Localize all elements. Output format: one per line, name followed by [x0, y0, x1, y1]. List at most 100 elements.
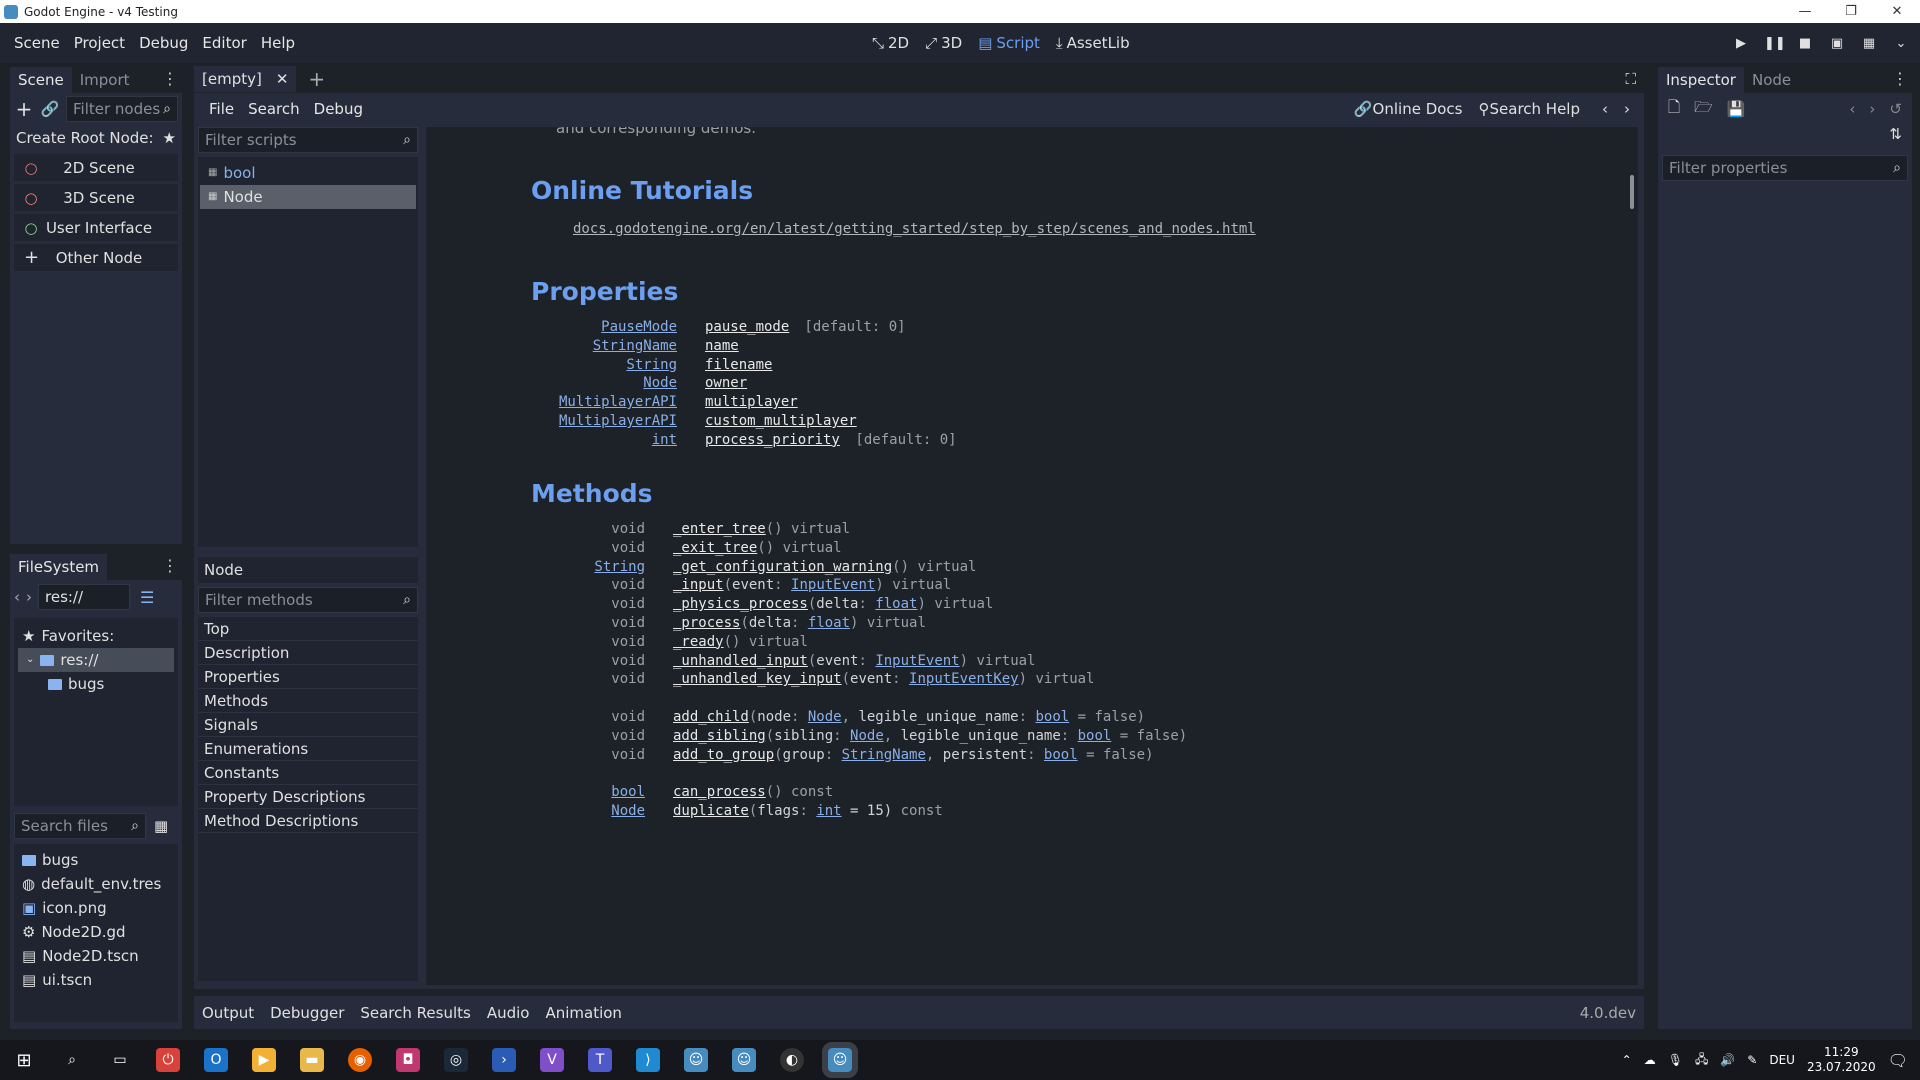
firefox-icon[interactable]: ◉ [348, 1048, 372, 1072]
back-icon[interactable]: ‹ [14, 588, 20, 606]
property-name[interactable]: owner [705, 375, 747, 391]
2d-scene-button[interactable]: ○ 2D Scene [14, 154, 178, 181]
script-item-bool[interactable]: ▦ bool [200, 161, 416, 185]
method-name[interactable]: add_sibling [673, 728, 766, 744]
link-icon[interactable]: 🔗 [40, 100, 60, 118]
method-name[interactable]: duplicate [673, 803, 749, 819]
play-scene-icon[interactable]: ▣ [1828, 36, 1846, 51]
outline-item[interactable]: Properties [198, 665, 418, 689]
property-type[interactable]: PauseMode [601, 319, 677, 335]
script-tab-empty[interactable]: [empty] ✕ [194, 65, 297, 92]
godot-icon[interactable]: ☺ [822, 1042, 858, 1078]
split-view-icon[interactable]: ☰ [140, 588, 154, 607]
language-indicator[interactable]: DEU [1769, 1053, 1795, 1067]
arg-type-link[interactable]: bool [1078, 728, 1112, 744]
forward-icon[interactable]: › [26, 588, 32, 606]
file-item[interactable]: ▤ Node2D.tscn [14, 944, 178, 968]
outline-item[interactable]: Methods [198, 689, 418, 713]
script-menu-file[interactable]: File [202, 100, 241, 118]
search-icon[interactable]: ⌕ [60, 1048, 84, 1072]
sort-icon[interactable]: ⇅ [1658, 125, 1912, 149]
arg-type-link[interactable]: InputEventKey [909, 671, 1019, 687]
circle-app-icon[interactable]: ◐ [780, 1048, 804, 1072]
arg-type-link[interactable]: Node [808, 709, 842, 725]
other-node-button[interactable]: + Other Node [14, 244, 178, 271]
method-name[interactable]: _unhandled_key_input [673, 671, 842, 687]
bottom-tab-audio[interactable]: Audio [487, 1004, 530, 1022]
menu-project[interactable]: Project [67, 34, 132, 52]
history-forward-icon[interactable]: › [1869, 100, 1875, 118]
arg-type-link[interactable]: bool [1035, 709, 1069, 725]
chevron-up-icon[interactable]: ⌃ [1622, 1053, 1632, 1067]
script-menu-search[interactable]: Search [241, 100, 307, 118]
open-resource-icon[interactable]: 🗁 [1694, 97, 1713, 122]
outline-item[interactable]: Top [198, 617, 418, 641]
arg-type-link[interactable]: InputEvent [875, 653, 959, 669]
notifications-icon[interactable]: 🗨 [1888, 1051, 1908, 1070]
search-help-button[interactable]: ⚲Search Help [1479, 100, 1581, 118]
file-item[interactable]: ▤ ui.tscn [14, 968, 178, 992]
method-name[interactable]: add_to_group [673, 747, 774, 763]
add-node-icon[interactable]: + [14, 97, 34, 121]
property-type[interactable]: int [652, 432, 677, 448]
file-item[interactable]: ◍ default_env.tres [14, 872, 178, 896]
docs-scrollbar[interactable] [1630, 175, 1634, 209]
menu-editor[interactable]: Editor [195, 34, 253, 52]
windows-start-icon[interactable]: ⊞ [12, 1048, 36, 1072]
method-name[interactable]: _enter_tree [673, 521, 766, 537]
path-input[interactable]: res:// [38, 584, 130, 610]
tab-inspector[interactable]: Inspector [1658, 67, 1744, 93]
property-type[interactable]: String [626, 357, 677, 373]
property-name[interactable]: pause_mode [705, 319, 789, 335]
chat-app-icon[interactable]: ◘ [396, 1048, 420, 1072]
property-type[interactable]: StringName [593, 338, 677, 354]
file-explorer-icon[interactable]: ▬ [300, 1048, 324, 1072]
outline-item[interactable]: Property Descriptions [198, 785, 418, 809]
method-name[interactable]: _input [673, 577, 724, 593]
method-name[interactable]: _process [673, 615, 740, 631]
history-back-icon[interactable]: ‹ [1849, 100, 1855, 118]
play-icon[interactable]: ▶ [1732, 36, 1750, 51]
close-tab-icon[interactable]: ✕ [276, 70, 289, 88]
clock[interactable]: 11:29 23.07.2020 [1807, 1045, 1876, 1075]
property-type[interactable]: Node [643, 375, 677, 391]
online-docs-button[interactable]: 🔗Online Docs [1354, 100, 1463, 118]
task-view-icon[interactable]: ▭ [108, 1048, 132, 1072]
arg-type-link[interactable]: int [816, 803, 841, 819]
method-name[interactable]: _unhandled_input [673, 653, 808, 669]
outline-item[interactable]: Method Descriptions [198, 809, 418, 833]
bottom-tab-debugger[interactable]: Debugger [270, 1004, 344, 1022]
history-icon[interactable]: ↺ [1889, 100, 1902, 118]
bottom-tab-output[interactable]: Output [202, 1004, 254, 1022]
script-menu-debug[interactable]: Debug [307, 100, 370, 118]
method-return-type[interactable]: bool [611, 784, 645, 800]
method-name[interactable]: _exit_tree [673, 540, 757, 556]
new-resource-icon[interactable]: 🗋 [1668, 97, 1680, 122]
vscode-icon[interactable]: ⟩ [636, 1048, 660, 1072]
filter-methods-input[interactable]: Filter methods ⌕ [198, 587, 418, 613]
bottom-tab-animation[interactable]: Animation [545, 1004, 621, 1022]
outlook-icon[interactable]: O [204, 1048, 228, 1072]
microphone-icon[interactable]: 🎙 [1668, 1053, 1683, 1067]
workspace-2d[interactable]: ⤡ 2D [872, 34, 909, 52]
arg-type-link[interactable]: bool [1044, 747, 1078, 763]
close-icon[interactable]: ✕ [1874, 0, 1920, 23]
tab-scene[interactable]: Scene [10, 67, 72, 93]
fullscreen-icon[interactable]: ⛶ [1625, 70, 1636, 88]
chevron-down-icon[interactable]: ⌄ [1892, 36, 1910, 51]
property-type[interactable]: MultiplayerAPI [559, 394, 677, 410]
method-name[interactable]: _get_configuration_warning [673, 559, 892, 575]
property-name[interactable]: name [705, 338, 739, 354]
outline-item[interactable]: Constants [198, 761, 418, 785]
arg-type-link[interactable]: StringName [842, 747, 926, 763]
grid-view-icon[interactable]: ▦ [154, 817, 168, 835]
arg-type-link[interactable]: float [808, 615, 850, 631]
property-type[interactable]: MultiplayerAPI [559, 413, 677, 429]
maximize-icon[interactable]: ❐ [1828, 0, 1874, 23]
file-item[interactable]: ▣ icon.png [14, 896, 178, 920]
steam-icon[interactable]: ◎ [444, 1048, 468, 1072]
teams-icon[interactable]: T [588, 1048, 612, 1072]
kebab-menu-icon[interactable]: ⋮ [162, 556, 178, 575]
visual-studio-icon[interactable]: V [540, 1048, 564, 1072]
method-name[interactable]: _physics_process [673, 596, 808, 612]
